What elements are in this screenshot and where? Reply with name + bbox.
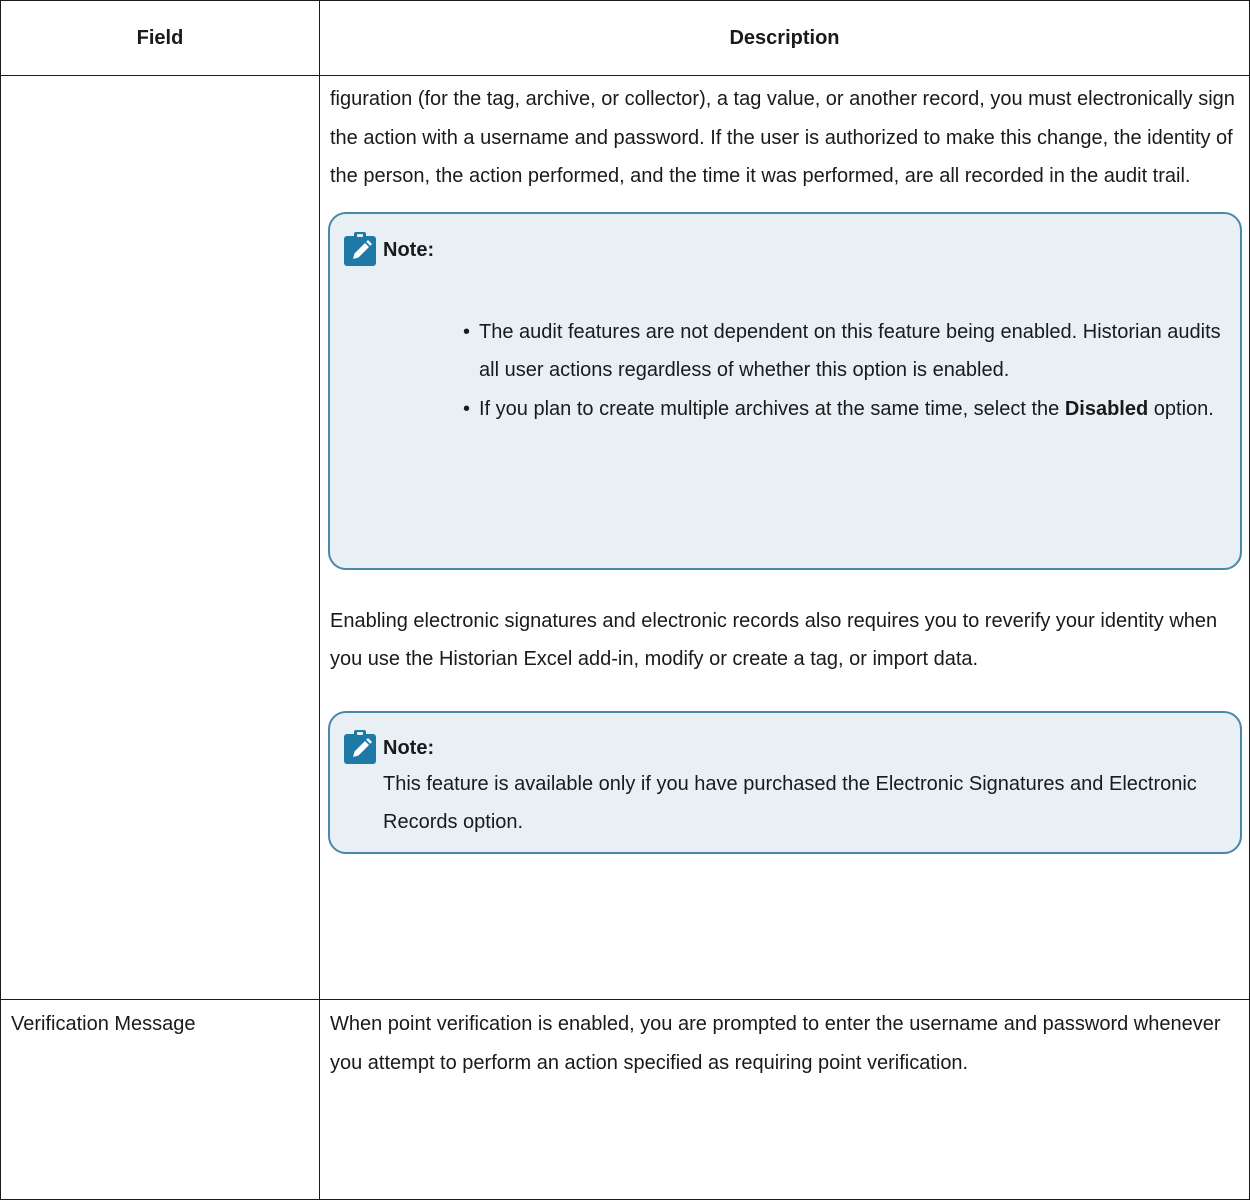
note-list-item: • If you plan to create multiple archive… [463,390,1230,429]
field-cell: Verification Message [0,999,320,1200]
note-body: This feature is available only if you ha… [383,772,1197,834]
note-box: Note: • The audit features are not depen… [328,211,1242,570]
description-paragraph: When point verification is enabled, you … [330,1013,1221,1074]
description-cell: figuration (for the tag, archive, or col… [319,75,1250,1000]
note-list-item: • The audit features are not dependent o… [463,313,1230,390]
field-cell-empty [0,75,320,1000]
header-field: Field [0,0,320,76]
header-description: Description [319,0,1250,76]
table-row: Verification Message When point verifica… [0,999,1250,1200]
note-pencil-icon [344,729,376,764]
table-header-row: Field Description [0,0,1250,76]
note-title: Note: [383,238,435,261]
bullet-icon: • [463,320,471,343]
note-item-text: The audit features are not dependent on … [479,320,1221,382]
description-paragraph: Enabling electronic signatures and elect… [330,609,1218,671]
note-item-bold: Disabled [1064,397,1149,420]
note-item-text-after: option. [1148,397,1214,420]
bullet-icon: • [463,397,471,420]
note-title: Note: [383,736,435,759]
note-item-text-before: If you plan to create multiple archives … [479,397,1065,420]
description-cell: When point verification is enabled, you … [319,999,1250,1200]
note-list: • The audit features are not dependent o… [463,313,1230,429]
field-description-table: Field Description figuration (for the ta… [0,0,1250,1200]
note-box: Note: This feature is available only if … [328,710,1242,854]
description-paragraph: figuration (for the tag, archive, or col… [330,88,1235,187]
note-pencil-icon [344,231,376,266]
table-row: figuration (for the tag, archive, or col… [0,75,1250,1000]
